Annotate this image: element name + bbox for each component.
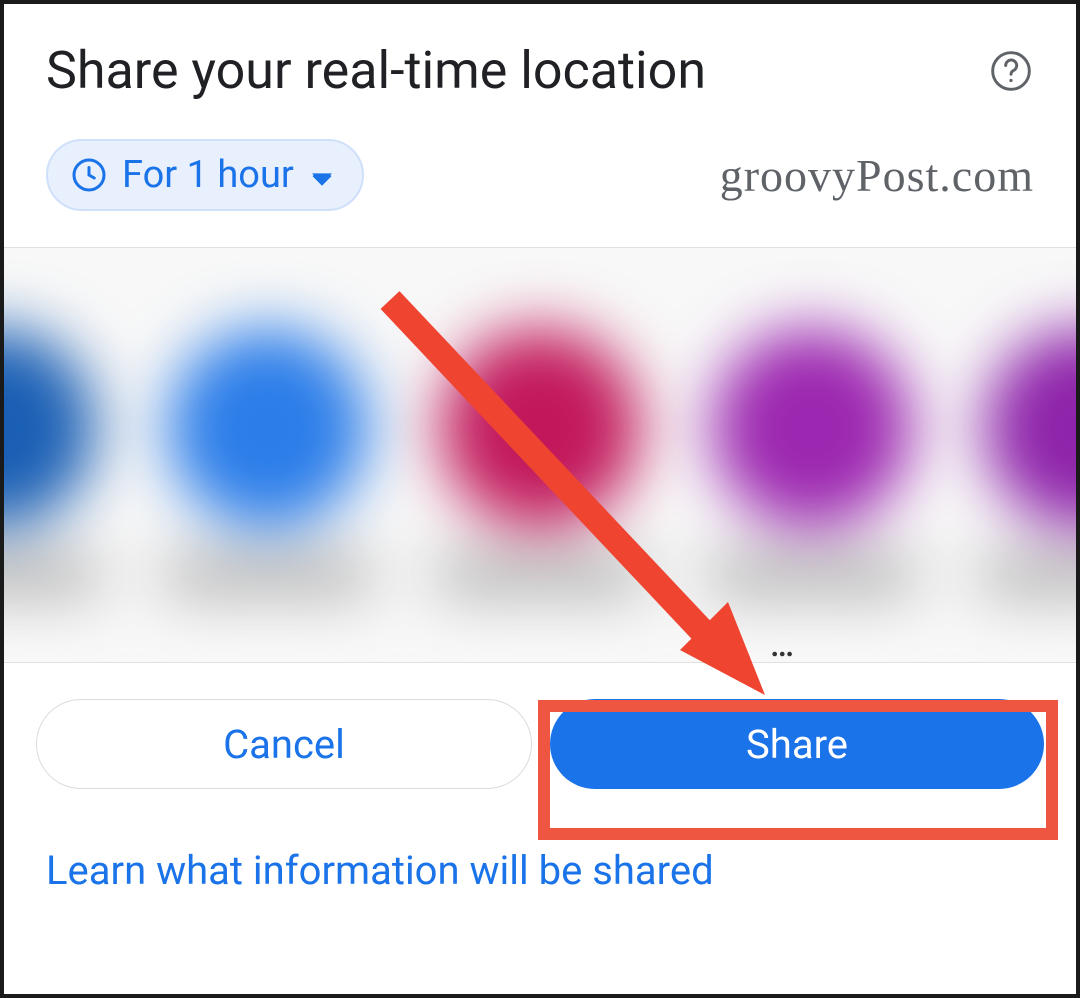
contact-item[interactable]: [0, 328, 101, 592]
contact-item[interactable]: [435, 328, 645, 592]
page-title: Share your real-time location: [46, 40, 706, 101]
learn-more-link[interactable]: Learn what information will be shared: [0, 803, 1080, 894]
watermark-text: groovyPost.com: [720, 149, 1034, 202]
clipped-text-fragment: …: [770, 628, 795, 662]
contact-item[interactable]: [163, 328, 373, 592]
cancel-button[interactable]: Cancel: [36, 699, 532, 789]
share-button[interactable]: Share: [550, 699, 1044, 789]
chevron-down-icon: [312, 153, 332, 197]
clock-icon: [70, 156, 108, 194]
contact-item[interactable]: [979, 328, 1080, 592]
contacts-carousel[interactable]: …: [0, 247, 1080, 663]
duration-chip[interactable]: For 1 hour: [46, 139, 364, 211]
contact-item[interactable]: [707, 328, 917, 592]
help-icon[interactable]: [988, 48, 1034, 94]
duration-label: For 1 hour: [122, 153, 294, 197]
